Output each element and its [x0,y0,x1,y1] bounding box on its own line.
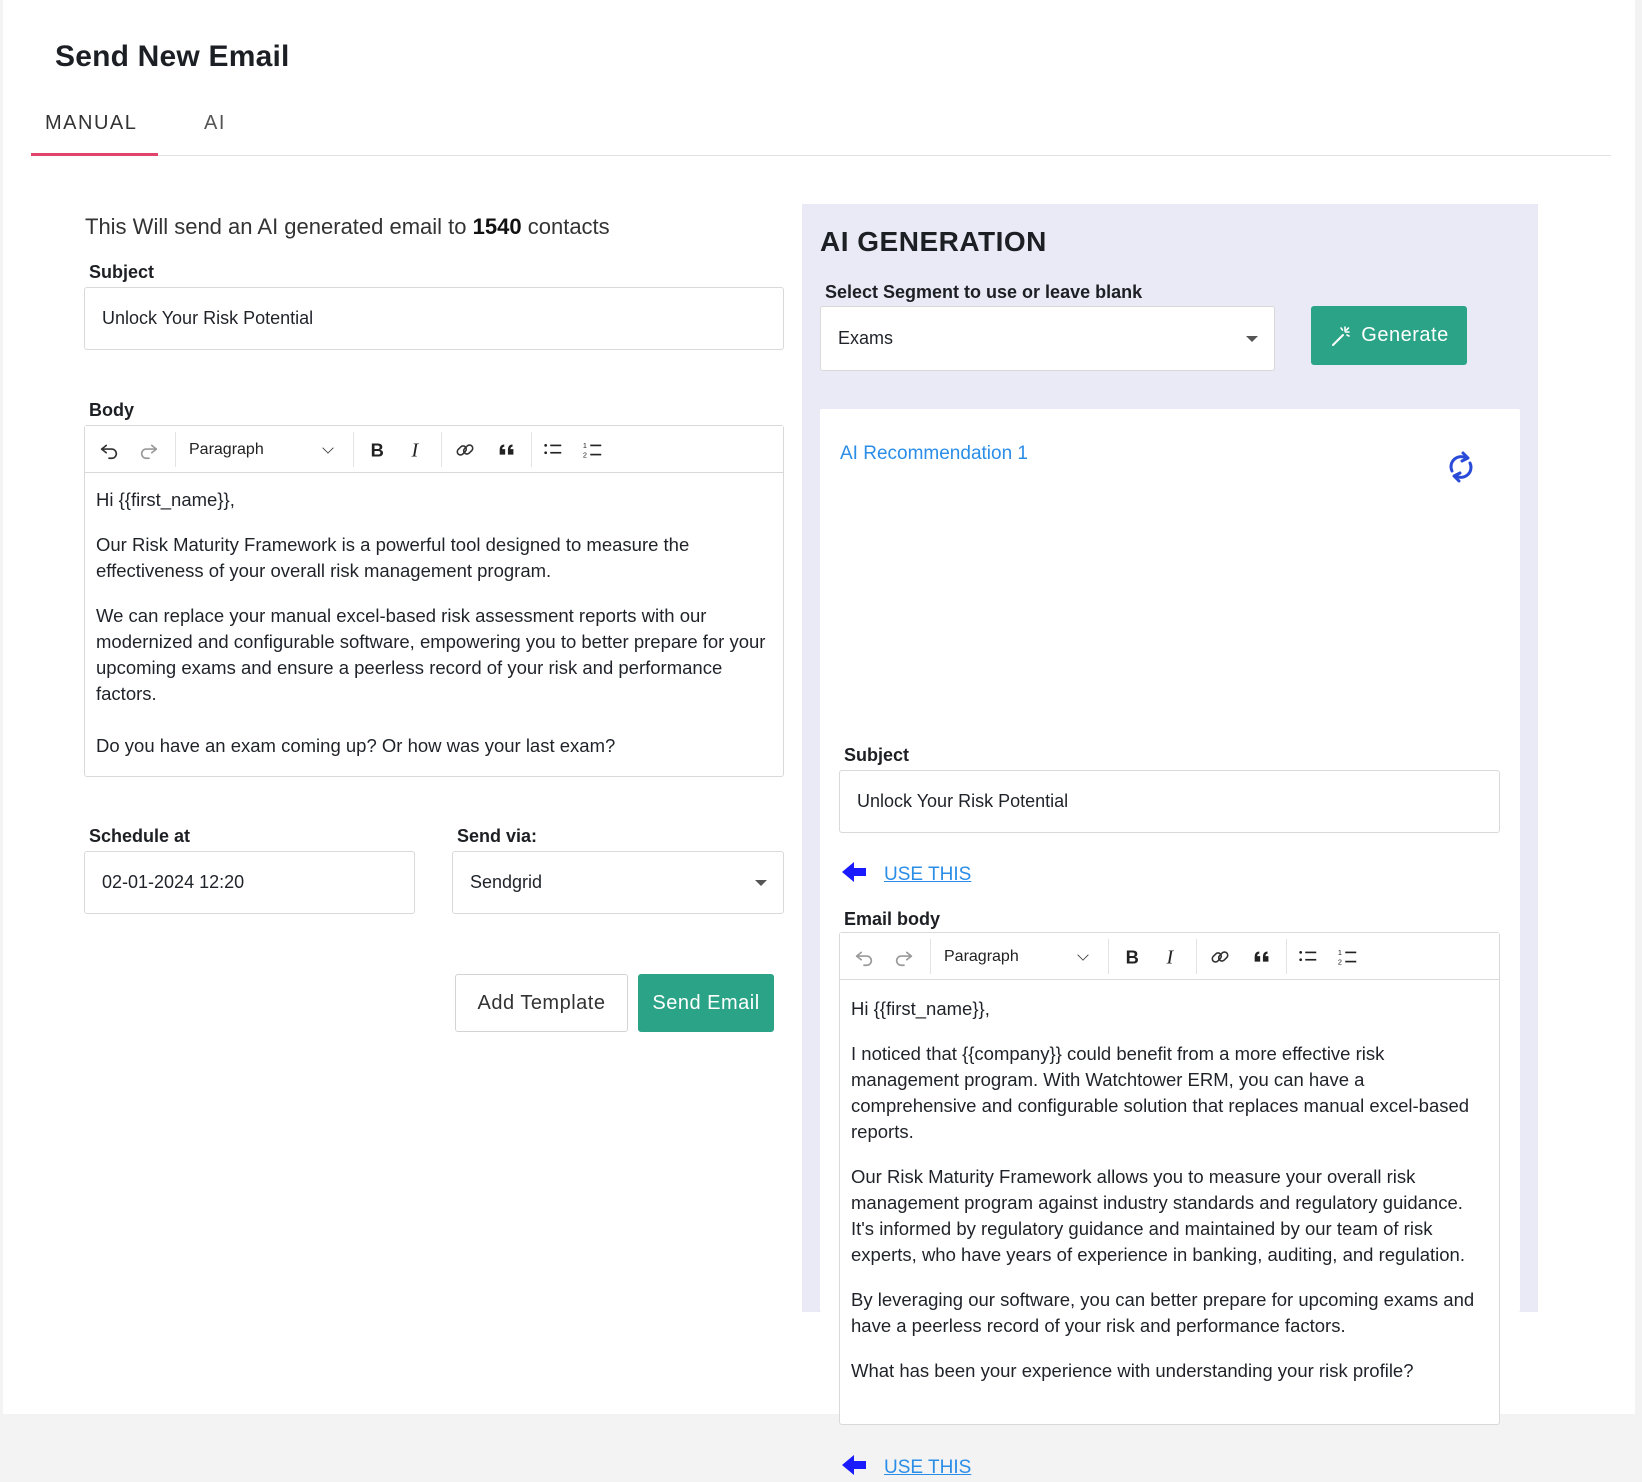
tab-manual[interactable]: MANUAL [45,112,137,135]
tab-ai[interactable]: AI [204,112,226,135]
arrow-left-icon [840,1453,868,1482]
ai-subject-value: Unlock Your Risk Potential [857,791,1069,811]
arrow-left-icon [840,860,868,889]
undo-icon[interactable] [91,426,127,473]
svg-text:1: 1 [583,441,587,450]
body-paragraph: Hi {{first_name}}, [851,998,990,1019]
paragraph-format-value: Paragraph [944,947,1019,965]
recipient-info: This Will send an AI generated email to … [85,214,610,240]
body-paragraph: Do you have an exam coming up? Or how wa… [96,735,616,756]
paragraph-format-value: Paragraph [189,440,264,458]
caret-down-icon [1246,335,1258,342]
segment-select[interactable]: Exams [820,306,1275,371]
numbered-list-icon[interactable]: 12 [575,426,611,473]
editor-toolbar: Paragraph B I 1 2 [840,933,1499,980]
body-content[interactable]: Hi {{first_name}}, Our Risk Maturity Fra… [96,487,769,778]
ai-generation-panel: AI GENERATION Select Segment to use or l… [802,204,1538,1478]
subject-label: Subject [89,262,155,282]
blockquote-icon[interactable] [1244,933,1280,980]
ai-subject-input[interactable]: Unlock Your Risk Potential [839,770,1500,833]
use-this-label: USE THIS [884,1456,972,1478]
link-icon[interactable] [447,426,483,473]
ai-recommendation-card: AI Recommendation 1 Subject Unlock Your … [820,409,1520,1478]
body-editor: Paragraph B I 12 Hi {{first_name}}, Our … [84,425,784,777]
svg-text:2: 2 [1338,957,1342,966]
body-paragraph: Our Risk Maturity Framework allows you t… [851,1166,1465,1265]
body-paragraph: Hi {{first_name}}, [96,489,235,510]
svg-text:B: B [371,439,384,460]
magic-wand-icon [1329,324,1353,348]
body-paragraph: What has been your experience with under… [851,1360,1414,1381]
bulleted-list-icon[interactable] [1290,933,1326,980]
ai-body-content[interactable]: Hi {{first_name}}, I noticed that {{comp… [851,996,1485,1403]
numbered-list-icon[interactable]: 12 [1330,933,1366,980]
ai-panel-title: AI GENERATION [820,226,1047,257]
schedule-label: Schedule at [89,826,191,846]
send-email-button[interactable]: Send Email [638,974,774,1032]
bold-icon[interactable]: B [359,426,395,473]
segment-value: Exams [838,328,894,348]
use-this-body-link[interactable]: USE THIS [840,1453,971,1482]
svg-text:I: I [411,439,420,461]
use-this-subject-link[interactable]: USE THIS [840,860,971,889]
italic-icon[interactable]: I [1154,933,1190,980]
generate-label: Generate [1361,324,1449,346]
contact-count: 1540 [472,214,522,239]
ai-subject-label: Subject [844,745,910,765]
info-prefix: This Will send an AI generated email to [85,214,467,239]
subject-input[interactable]: Unlock Your Risk Potential [84,287,784,350]
redo-icon[interactable] [886,933,922,980]
send-new-email-page: Send New Email MANUAL AI This Will send … [3,0,1635,1478]
chevron-down-icon [1077,949,1089,961]
info-suffix: contacts [527,214,610,239]
paragraph-format-select[interactable]: Paragraph [936,933,1096,980]
ai-body-editor: Paragraph B I 1 2 Hi {{first_name}}, I n… [839,932,1500,1425]
body-paragraph: Our Risk Maturity Framework is a powerfu… [96,534,690,581]
link-icon[interactable] [1202,933,1238,980]
use-this-label: USE THIS [884,863,972,885]
svg-text:2: 2 [583,450,587,459]
undo-icon[interactable] [846,933,882,980]
body-label: Body [89,400,134,420]
blockquote-icon[interactable] [489,426,525,473]
active-tab-indicator [31,153,158,156]
refresh-icon[interactable] [1444,447,1478,487]
email-body-label: Email body [844,909,941,929]
recommendation-title: AI Recommendation 1 [840,443,1028,464]
editor-toolbar: Paragraph B I 12 [85,426,783,473]
segment-label: Select Segment to use or leave blank [825,282,1143,302]
body-paragraph: By leveraging our software, you can bett… [851,1289,1475,1336]
page-title: Send New Email [55,40,290,73]
paragraph-format-select[interactable]: Paragraph [181,426,341,473]
bold-icon[interactable]: B [1114,933,1150,980]
body-paragraph: I noticed that {{company}} could benefit… [851,1043,1470,1142]
send-via-select[interactable]: Sendgrid [452,851,784,914]
svg-text:I: I [1166,946,1175,968]
add-template-button[interactable]: Add Template [455,974,628,1032]
redo-icon[interactable] [131,426,167,473]
subject-value: Unlock Your Risk Potential [102,308,314,328]
chevron-down-icon [322,442,334,454]
italic-icon[interactable]: I [399,426,435,473]
bulleted-list-icon[interactable] [535,426,571,473]
schedule-input[interactable]: 02-01-2024 12:20 [84,851,415,914]
svg-text:1: 1 [1338,948,1342,957]
body-paragraph: We can replace your manual excel-based r… [96,605,766,704]
caret-down-icon [755,879,767,886]
send-via-label: Send via: [457,826,538,846]
svg-text:B: B [1126,946,1139,967]
schedule-value: 02-01-2024 12:20 [102,872,245,892]
send-via-value: Sendgrid [470,872,543,892]
tab-bar: MANUAL AI [31,104,1611,156]
generate-button[interactable]: Generate [1311,306,1467,365]
